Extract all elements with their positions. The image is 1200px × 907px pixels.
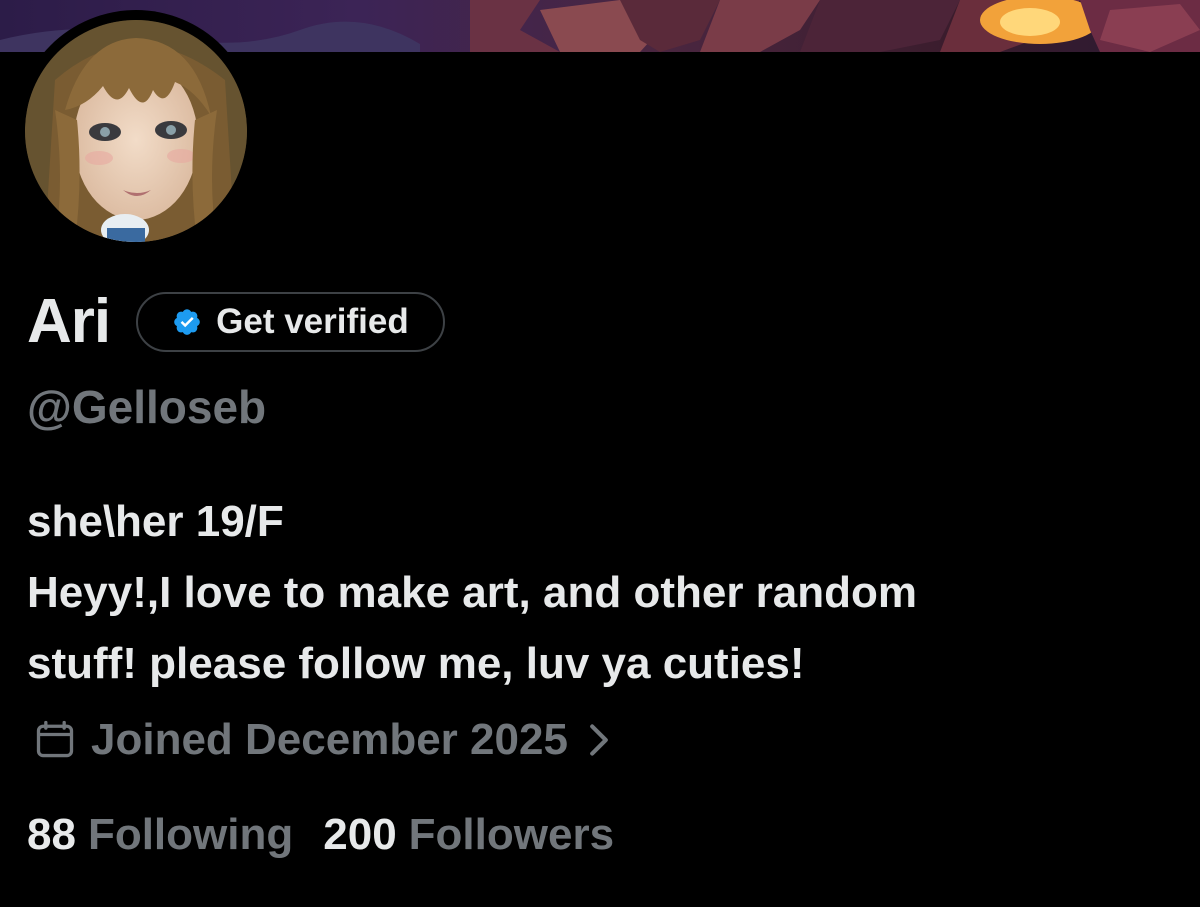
joined-date-text: Joined December 2025 [91, 715, 568, 764]
chevron-right-icon [590, 724, 608, 756]
name-row: Ari Get verified [27, 284, 445, 360]
calendar-icon [36, 720, 74, 758]
bio-line: Heyy!,I love to make art, and other rand… [27, 568, 918, 617]
avatar[interactable] [15, 10, 257, 252]
display-name: Ari [27, 287, 111, 356]
avatar-image [25, 20, 247, 242]
follow-stats: 88 Following 200 Followers [27, 805, 614, 865]
joined-date-row[interactable]: Joined December 2025 [27, 712, 610, 768]
bio-line: stuff! please follow me, luv ya cuties! [27, 639, 805, 688]
get-verified-label: Get verified [216, 302, 409, 341]
get-verified-button[interactable]: Get verified [136, 292, 445, 352]
bio-line: she\her 19/F [27, 497, 284, 546]
following-link[interactable]: 88 Following [27, 810, 293, 860]
followers-label: Followers [408, 810, 615, 859]
followers-count: 200 [323, 810, 397, 859]
following-label: Following [87, 810, 294, 859]
profile-bio: she\her 19/F Heyy!,I love to make art, a… [27, 486, 1187, 699]
following-count: 88 [27, 810, 76, 859]
verified-badge-icon [174, 309, 200, 335]
username-handle: @Gelloseb [27, 381, 267, 433]
followers-link[interactable]: 200 Followers [323, 810, 614, 860]
